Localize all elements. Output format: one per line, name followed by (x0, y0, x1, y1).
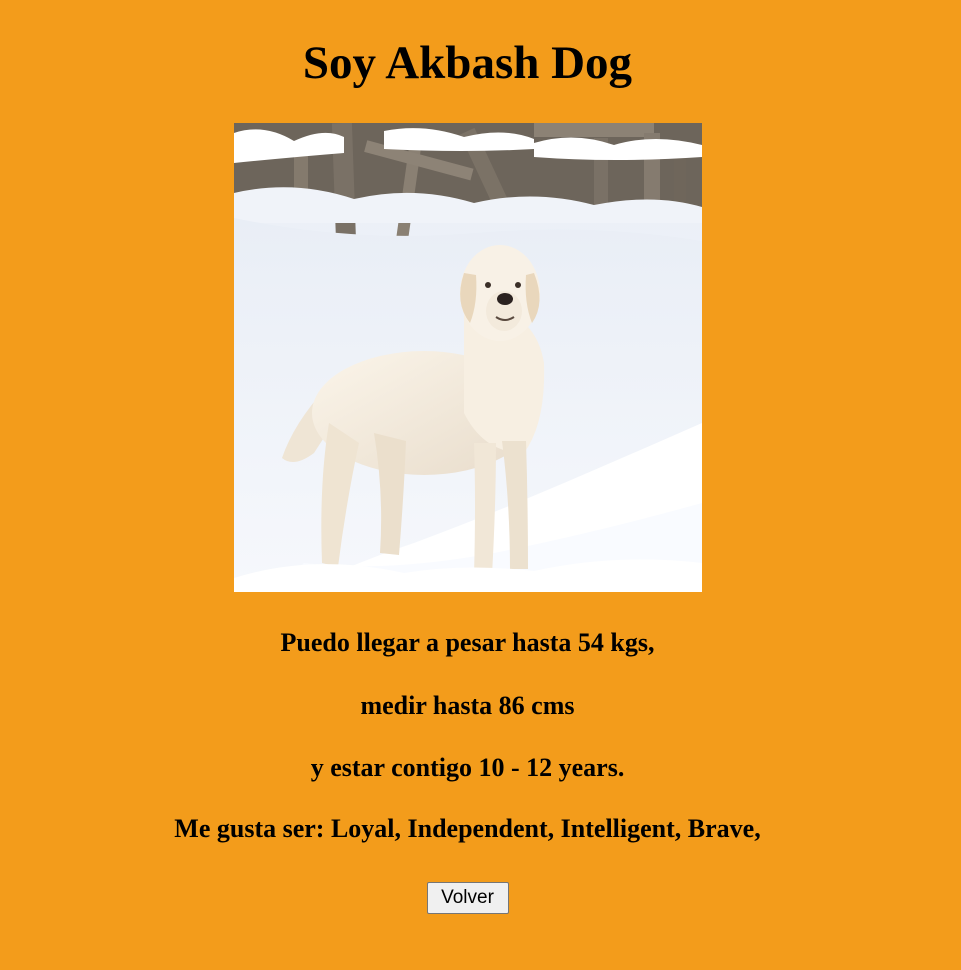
lifespan-text: y estar contigo 10 - 12 years. (310, 753, 625, 782)
weight-text: Puedo llegar a pesar hasta 54 kgs, (280, 628, 655, 657)
temperament-text: Me gusta ser: Loyal, Independent, Intell… (174, 814, 761, 843)
dog-photo (233, 123, 702, 592)
height-text: medir hasta 86 cms (360, 691, 575, 720)
dog-illustration (233, 123, 702, 592)
page-title: Soy Akbash Dog (302, 37, 633, 89)
back-button[interactable]: Volver (426, 882, 509, 914)
actions-row: Volver (0, 882, 935, 914)
page-container: Soy Akbash Dog Puedo llegar a pesar hast… (0, 0, 935, 914)
